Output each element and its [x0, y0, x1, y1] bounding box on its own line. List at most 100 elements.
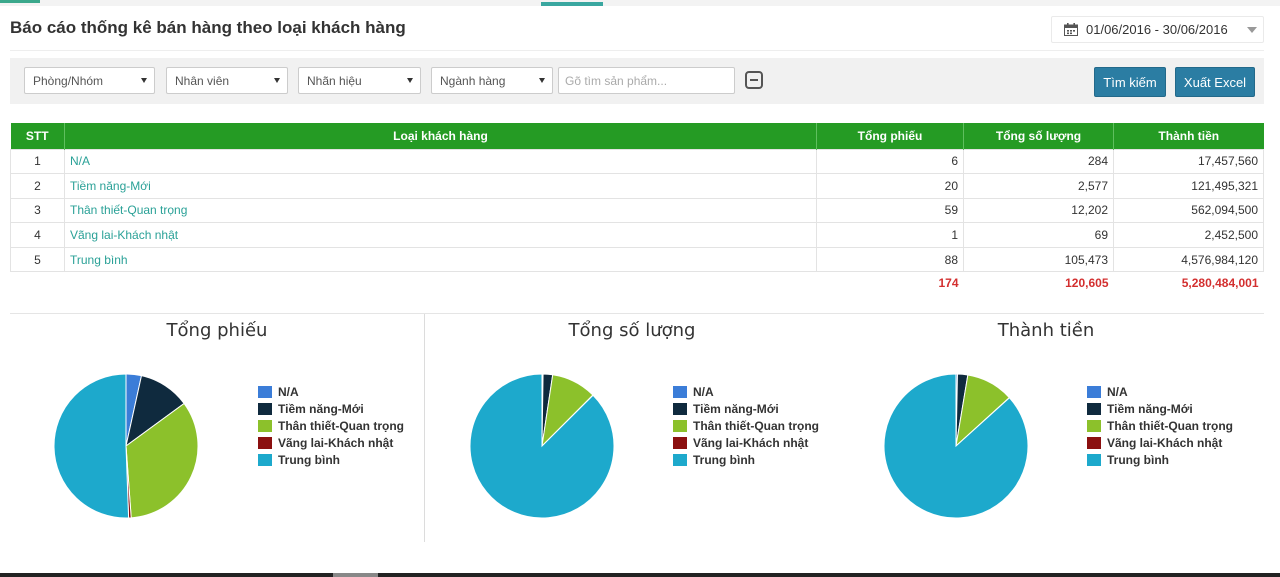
category-select-value: Ngành hàng — [440, 73, 506, 88]
pie-chart-quantity — [469, 373, 615, 519]
cell-amount: 121,495,321 — [1113, 173, 1264, 199]
legend-label: Thân thiết-Quan trọng — [278, 418, 404, 433]
legend-amount: N/A Tiềm năng-Mới Thân thiết-Quan trọng Vãn… — [1087, 383, 1233, 468]
legend-label: N/A — [1107, 384, 1128, 399]
legend-label: Tiềm năng-Mới — [1107, 401, 1193, 416]
table-row: 1 N/A 6 284 17,457,560 — [10, 148, 1264, 175]
customer-type-link[interactable]: Trung bình — [64, 246, 817, 273]
page-title: Báo cáo thống kê bán hàng theo loại khác… — [10, 18, 406, 37]
table-header-row: STT Loại khách hàng Tổng phiếu Tổng số l… — [10, 123, 1264, 149]
search-button[interactable]: Tìm kiếm — [1094, 67, 1166, 97]
scroll-thumb[interactable] — [333, 573, 378, 577]
cell-orders: 59 — [816, 197, 964, 224]
legend-label: N/A — [693, 384, 714, 399]
chevron-down-icon — [539, 78, 545, 83]
legend-item: Vãng lai-Khách nhật — [1087, 434, 1233, 451]
legend-swatch — [258, 402, 272, 415]
pie-chart-orders — [53, 373, 199, 519]
total-amount: 5,280,484,001 — [1181, 276, 1259, 291]
table-row: 3 Thân thiết-Quan trọng 59 12,202 562,09… — [10, 197, 1264, 224]
customer-type-link[interactable]: Vãng lai-Khách nhật — [64, 222, 817, 248]
legend-item: Trung bình — [258, 451, 404, 468]
legend-label: Trung bình — [278, 452, 340, 467]
table-row: 2 Tiềm năng-Mới 20 2,577 121,495,321 — [10, 173, 1264, 199]
chevron-down-icon — [1247, 26, 1257, 33]
legend-item: N/A — [1087, 383, 1233, 400]
legend-label: Trung bình — [1107, 452, 1169, 467]
cell-amount: 4,576,984,120 — [1113, 246, 1264, 273]
report-table: STT Loại khách hàng Tổng phiếu Tổng số l… — [10, 123, 1264, 294]
cell-amount: 562,094,500 — [1113, 197, 1264, 224]
legend-swatch — [673, 402, 687, 415]
cell-orders: 88 — [816, 246, 964, 273]
tab-indicator-left — [0, 0, 40, 3]
legend-item: Thân thiết-Quan trọng — [258, 417, 404, 434]
cell-quantity: 69 — [963, 222, 1114, 248]
totals-row: 174 120,605 5,280,484,001 — [11, 272, 1264, 294]
totals-spacer — [65, 272, 817, 294]
legend-label: N/A — [278, 384, 299, 399]
cell-amount: 17,457,560 — [1113, 148, 1264, 175]
cell-quantity: 284 — [963, 148, 1114, 175]
legend-swatch — [1087, 453, 1101, 466]
legend-item: Thân thiết-Quan trọng — [1087, 417, 1233, 434]
customer-type-link[interactable]: Tiềm năng-Mới — [64, 173, 817, 199]
legend-swatch — [1087, 402, 1101, 415]
header-amount: Thành tiền — [1113, 123, 1264, 149]
total-quantity: 120,605 — [1065, 276, 1109, 291]
legend-swatch — [258, 436, 272, 449]
charts-divider — [10, 313, 1264, 314]
chevron-down-icon — [407, 78, 413, 83]
table-row: 5 Trung bình 88 105,473 4,576,984,120 — [10, 246, 1264, 273]
legend-item: Vãng lai-Khách nhật — [258, 434, 404, 451]
product-search-input[interactable] — [558, 67, 735, 94]
minus-square-icon[interactable] — [745, 71, 763, 89]
total-orders: 174 — [938, 276, 959, 291]
staff-select[interactable]: Nhân viên — [166, 67, 288, 94]
legend-quantity: N/A Tiềm năng-Mới Thân thiết-Quan trọng Vãn… — [673, 383, 819, 468]
legend-item: Vãng lai-Khách nhật — [673, 434, 819, 451]
staff-select-value: Nhân viên — [175, 73, 230, 88]
legend-swatch — [673, 419, 687, 432]
legend-orders: N/A Tiềm năng-Mới Thân thiết-Quan trọng Vãn… — [258, 383, 404, 468]
legend-label: Thân thiết-Quan trọng — [1107, 418, 1233, 433]
cell-orders: 20 — [816, 173, 964, 199]
chevron-down-icon — [141, 78, 147, 83]
bottom-bar — [0, 573, 1280, 577]
legend-label: Tiềm năng-Mới — [278, 401, 364, 416]
brand-select-value: Nhãn hiệu — [307, 73, 362, 88]
chevron-down-icon — [274, 78, 280, 83]
legend-label: Vãng lai-Khách nhật — [1107, 435, 1223, 450]
customer-type-link[interactable]: N/A — [64, 148, 817, 175]
filter-bar: Phòng/Nhóm Nhân viên Nhãn hiệu Ngành hàn… — [10, 58, 1264, 104]
group-select[interactable]: Phòng/Nhóm — [24, 67, 155, 94]
legend-swatch — [1087, 436, 1101, 449]
group-select-value: Phòng/Nhóm — [33, 73, 104, 88]
legend-swatch — [673, 436, 687, 449]
cell-quantity: 2,577 — [963, 173, 1114, 199]
charts-column-divider — [424, 314, 425, 542]
chart-title-quantity: Tổng số lượng — [568, 320, 696, 341]
category-select[interactable]: Ngành hàng — [431, 67, 553, 94]
date-range-text: 01/06/2016 - 30/06/2016 — [1086, 22, 1228, 37]
customer-type-link[interactable]: Thân thiết-Quan trọng — [64, 197, 817, 224]
cell-orders: 6 — [816, 148, 964, 175]
cell-orders: 1 — [816, 222, 964, 248]
legend-item: Tiềm năng-Mới — [1087, 400, 1233, 417]
brand-select[interactable]: Nhãn hiệu — [298, 67, 421, 94]
legend-swatch — [1087, 385, 1101, 398]
pie-slice-5 — [53, 373, 130, 519]
legend-swatch — [258, 385, 272, 398]
table-row: 4 Vãng lai-Khách nhật 1 69 2,452,500 — [10, 222, 1264, 248]
pie-chart-amount — [883, 373, 1029, 519]
legend-swatch — [673, 385, 687, 398]
cell-stt: 5 — [10, 246, 65, 273]
header-quantity: Tổng số lượng — [963, 123, 1114, 149]
legend-item: Trung bình — [1087, 451, 1233, 468]
date-range-picker[interactable]: 01/06/2016 - 30/06/2016 — [1051, 16, 1264, 43]
cell-stt: 1 — [10, 148, 65, 175]
legend-item: Thân thiết-Quan trọng — [673, 417, 819, 434]
export-excel-button[interactable]: Xuất Excel — [1175, 67, 1255, 97]
cell-stt: 3 — [10, 197, 65, 224]
legend-item: Tiềm năng-Mới — [673, 400, 819, 417]
